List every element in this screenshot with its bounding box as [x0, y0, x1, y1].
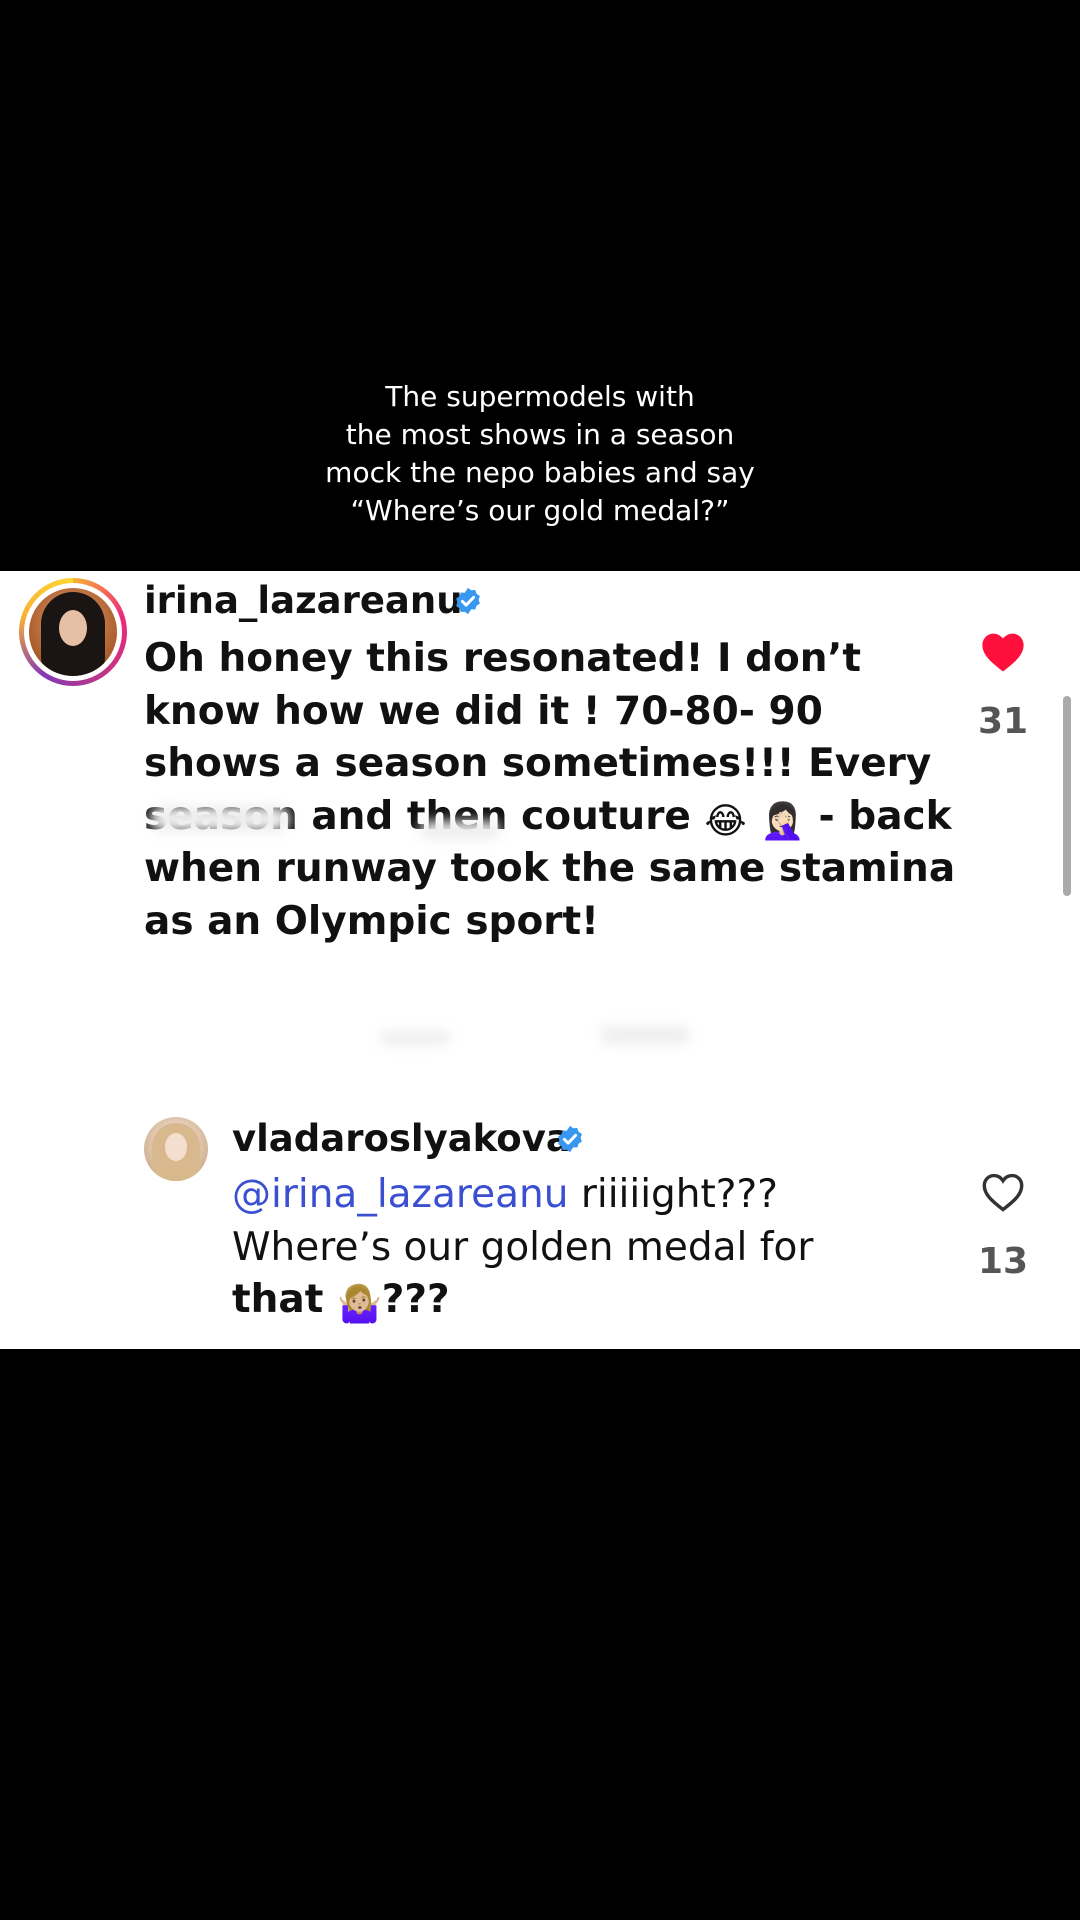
comment-line: Oh honey this resonated! I don’t [144, 636, 862, 681]
like-count: 31 [977, 701, 1029, 742]
reply-line-text: riiiiight??? [568, 1172, 778, 1217]
blurred-artifact [150, 806, 290, 832]
avatar[interactable] [144, 1117, 208, 1181]
comment-text: Oh honey this resonated! I don’t know ho… [144, 633, 955, 948]
reply-line-text: ??? [381, 1277, 450, 1322]
caption-line: the most shows in a season [345, 418, 735, 451]
verified-badge-icon [456, 587, 480, 615]
comment-line-text: - back [818, 793, 952, 839]
shrug-emoji: 🤷🏼‍♀️ [336, 1284, 382, 1325]
comment-line: shows a season sometimes!!! Every [144, 741, 932, 786]
like-count: 13 [977, 1241, 1029, 1282]
scrollbar[interactable] [1063, 696, 1071, 896]
reply-line-text: that [232, 1277, 324, 1322]
reply-text: @irina_lazareanu riiiiight??? Where’s ou… [232, 1169, 813, 1327]
blurred-artifact [380, 1031, 450, 1045]
blurred-artifact [600, 1026, 690, 1044]
reply-line: Where’s our golden medal for [232, 1224, 814, 1270]
verified-badge-icon [558, 1125, 582, 1153]
comment-line: know how we did it ! 70-80- 90 [144, 688, 823, 734]
avatar [29, 588, 117, 676]
comment-line: as an Olympic sport! [144, 898, 599, 944]
mention-link[interactable]: @irina_lazareanu [232, 1172, 568, 1217]
video-caption: The supermodels with the most shows in a… [0, 378, 1080, 530]
avatar-face [59, 610, 87, 646]
caption-line: The supermodels with [385, 380, 695, 413]
comment-line: when runway took the same stamina [144, 846, 956, 891]
facepalm-emoji: 🤦🏻‍♀️ [760, 800, 805, 842]
blurred-artifact [420, 821, 500, 839]
caption-line: “Where’s our gold medal?” [350, 494, 730, 527]
reply-line: that 🤷🏼‍♀️??? [232, 1274, 813, 1327]
reply-username[interactable]: vladaroslyakova [232, 1117, 571, 1160]
heart-filled-icon[interactable] [980, 631, 1026, 673]
comments-screenshot: irina_lazareanu Oh honey this resonated!… [0, 571, 1080, 1349]
avatar-face [165, 1133, 187, 1161]
comment-username[interactable]: irina_lazareanu [144, 579, 463, 622]
tears-of-joy-emoji: 😂 [704, 800, 747, 842]
caption-line: mock the nepo babies and say [325, 456, 755, 489]
heart-outline-icon[interactable] [980, 1171, 1026, 1213]
reply-line: @irina_lazareanu riiiiight??? [232, 1169, 813, 1222]
avatar-story-ring[interactable] [19, 578, 127, 686]
